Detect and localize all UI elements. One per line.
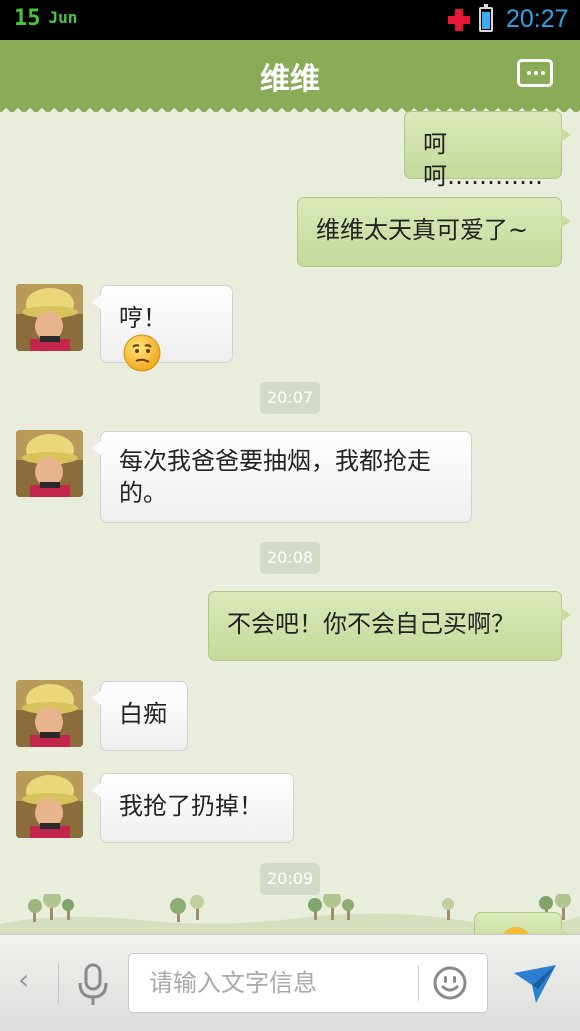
message-text: 维维太天真可爱了~ [316, 216, 529, 244]
battery-level [482, 12, 490, 29]
timestamp: 20:09 [260, 863, 320, 895]
status-bar: 15 Jun 20:27 [0, 0, 580, 40]
input-bar: ‹ [0, 934, 580, 1031]
status-time: 20:27 [506, 5, 569, 33]
back-chevron-icon[interactable]: ‹ [18, 963, 29, 996]
send-arrow-icon[interactable] [512, 963, 558, 1005]
incoming-message[interactable]: 白痴 [91, 681, 188, 751]
chat-menu-icon[interactable] [517, 59, 553, 87]
timestamp: 20:07 [260, 382, 320, 414]
contact-name: 维维 [260, 62, 320, 97]
chat-area[interactable]: 呵呵………… 维维太天真可爱了~ 哼！ 20:07 每次我爸爸要抽烟，我都抢走的… [0, 106, 580, 934]
divider [58, 963, 59, 1003]
divider [418, 965, 419, 1001]
message-text: 呵呵………… [423, 130, 543, 190]
message-text: 不会吧！你不会自己买啊？ [227, 610, 515, 638]
incoming-message[interactable]: 我抢了扔掉！ [91, 773, 294, 843]
outgoing-message-partial[interactable] [474, 912, 571, 934]
message-text: 每次我爸爸要抽烟，我都抢走的。 [119, 447, 431, 507]
microphone-icon[interactable] [76, 963, 110, 1007]
outgoing-message[interactable]: 呵呵………… [404, 111, 571, 190]
message-text: 我抢了扔掉！ [119, 792, 263, 820]
incoming-message[interactable]: 哼！ [91, 285, 233, 372]
smiley-icon[interactable] [433, 966, 467, 1000]
health-plus-icon [448, 9, 470, 31]
contact-avatar[interactable] [16, 430, 83, 497]
status-date: 15 Jun [14, 6, 77, 31]
incoming-message[interactable]: 每次我爸爸要抽烟，我都抢走的。 [91, 431, 472, 523]
timestamp: 20:08 [260, 542, 320, 574]
outgoing-message[interactable]: 不会吧！你不会自己买啊？ [208, 591, 571, 661]
chat-header: 维维 [0, 40, 580, 112]
emoji-partial-icon [503, 927, 529, 934]
outgoing-message[interactable]: 维维太天真可爱了~ [297, 197, 571, 267]
message-text: 白痴 [119, 700, 167, 728]
message-text: 哼！ [119, 304, 167, 332]
status-month: Jun [48, 8, 78, 27]
puzzled-face-emoji [123, 334, 161, 372]
contact-avatar[interactable] [16, 680, 83, 747]
status-day: 15 [14, 6, 41, 31]
battery-icon [479, 4, 493, 32]
contact-avatar[interactable] [16, 284, 83, 351]
contact-avatar[interactable] [16, 771, 83, 838]
